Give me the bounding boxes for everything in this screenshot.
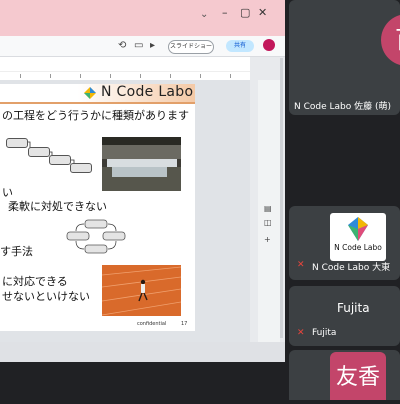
- comment-icon[interactable]: ▭: [134, 40, 143, 51]
- slideshow-button[interactable]: スライドショー: [168, 40, 214, 54]
- scrollbar[interactable]: [280, 58, 283, 338]
- account-avatar[interactable]: [263, 39, 275, 51]
- restore-icon[interactable]: ▢: [240, 6, 250, 19]
- participant-avatar: 友香: [330, 352, 386, 400]
- keep-icon[interactable]: ◫: [264, 218, 272, 227]
- participant-avatar: 百: [381, 14, 400, 66]
- participant-name: Fujita: [312, 328, 337, 338]
- flow-step: [49, 155, 71, 165]
- participant-tile[interactable]: 百 N Code Labo 佐藤 (萌): [289, 0, 400, 115]
- slide-text-line3: 柔軟に対処できない: [8, 200, 107, 213]
- slide-text-line1: の工程をどう行うかに種類があります: [2, 109, 189, 122]
- participant-name: N Code Labo 大東: [312, 263, 391, 273]
- slides-toolbar: ⟲ ▭ ▸ スライドショー 共有: [0, 36, 285, 57]
- taskbar: [0, 342, 285, 362]
- slide-text-line5: に対応できる: [2, 275, 68, 288]
- calendar-icon[interactable]: ▤: [264, 204, 272, 213]
- participant-name: N Code Labo 佐藤 (萌): [294, 102, 391, 112]
- share-button[interactable]: 共有: [226, 40, 254, 52]
- waterfall-photo: [102, 137, 181, 191]
- tab-search-icon[interactable]: ⌄: [200, 9, 208, 20]
- participant-logo-avatar: N Code Labo: [330, 213, 386, 261]
- browser-title-bar: ⌄ – ▢ ✕: [0, 0, 285, 36]
- flow-step: [6, 138, 28, 148]
- minimize-icon[interactable]: –: [222, 6, 228, 19]
- video-icon[interactable]: ▸: [150, 40, 155, 51]
- slide-logo-text: N Code Labo: [101, 84, 194, 100]
- format-toolbar: [0, 57, 250, 72]
- agile-cycle-diagram: [66, 219, 126, 254]
- flow-step: [28, 147, 50, 157]
- close-icon[interactable]: ✕: [258, 6, 267, 19]
- history-icon[interactable]: ⟲: [118, 40, 126, 51]
- n-code-labo-logo-icon: [348, 217, 368, 241]
- side-panel-strip: ▤ ◫ +: [258, 80, 280, 342]
- slide-text-line4: す手法: [0, 245, 33, 258]
- shared-screen: ⌄ – ▢ ✕ ⟲ ▭ ▸ スライドショー 共有 N Code Labo の工程…: [0, 0, 285, 362]
- participant-display-name: Fujita: [337, 301, 370, 315]
- mic-off-icon: ✕: [297, 260, 305, 270]
- n-code-labo-logo-icon: [84, 87, 96, 99]
- slide-footer-confidential: confidential: [137, 321, 167, 327]
- participant-tile[interactable]: Fujita ✕ Fujita: [289, 286, 400, 346]
- slide-text-line6: せないといけない: [2, 290, 90, 303]
- mic-off-icon: ✕: [297, 328, 305, 338]
- slide-page-number: 17: [181, 321, 188, 327]
- flow-step: [70, 163, 92, 173]
- add-icon[interactable]: +: [264, 235, 271, 244]
- runner-photo: [102, 265, 181, 316]
- participant-logo-text: N Code Labo: [334, 243, 382, 252]
